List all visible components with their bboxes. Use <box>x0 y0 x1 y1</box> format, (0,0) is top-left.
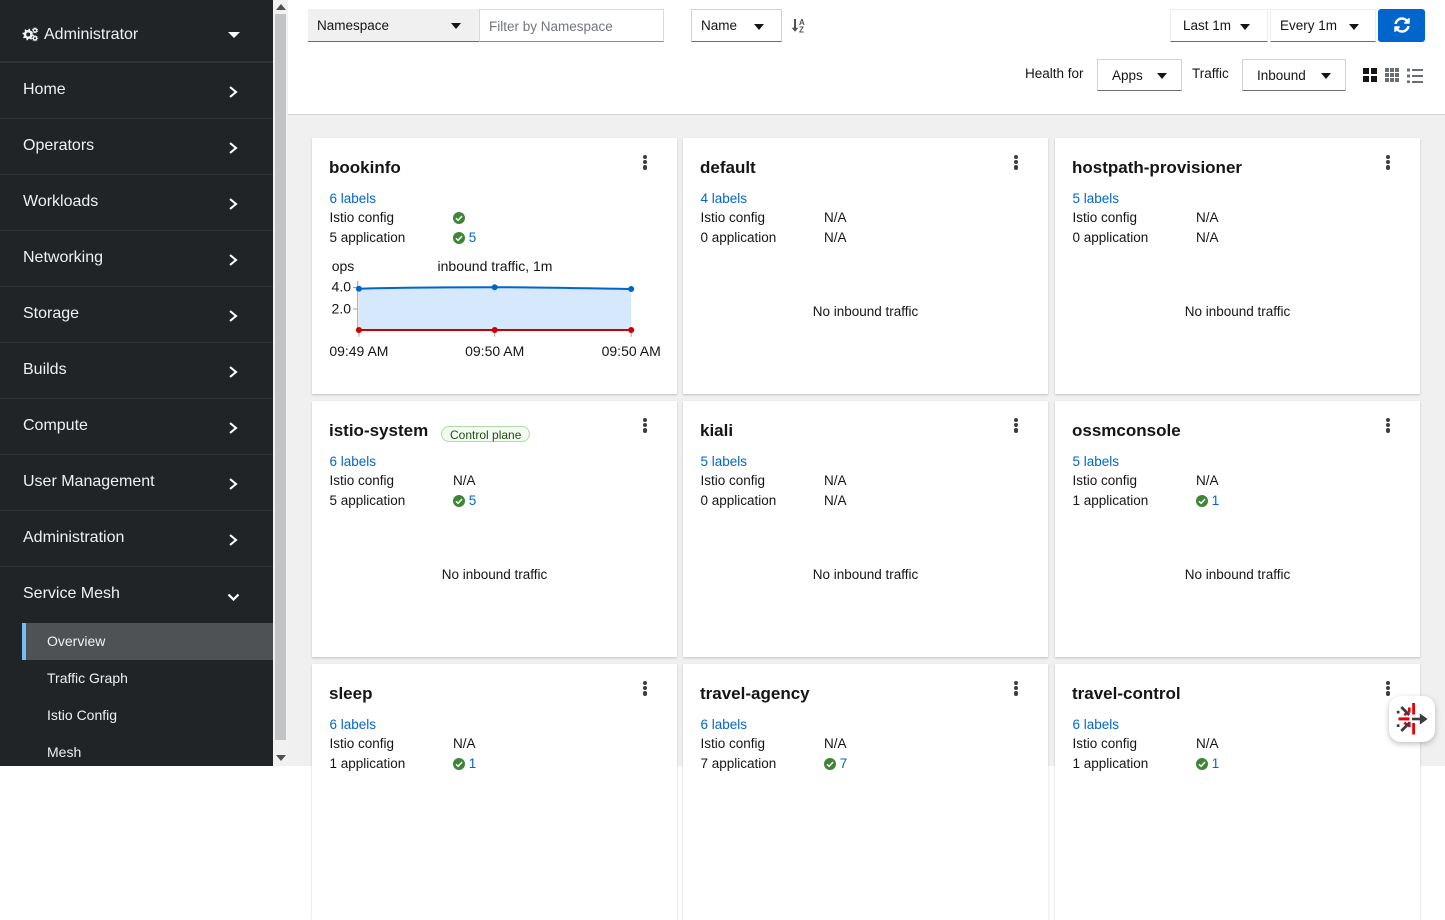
svg-text:2.0: 2.0 <box>332 301 352 317</box>
svg-text:inbound traffic, 1m: inbound traffic, 1m <box>438 258 553 274</box>
svg-text:09:49 AM: 09:49 AM <box>329 343 388 359</box>
svg-text:09:50 AM: 09:50 AM <box>602 343 661 359</box>
svg-text:ops: ops <box>332 258 355 274</box>
svg-text:Z: Z <box>799 26 804 35</box>
svg-text:4.0: 4.0 <box>332 279 352 295</box>
svg-text:09:50 AM: 09:50 AM <box>465 343 524 359</box>
